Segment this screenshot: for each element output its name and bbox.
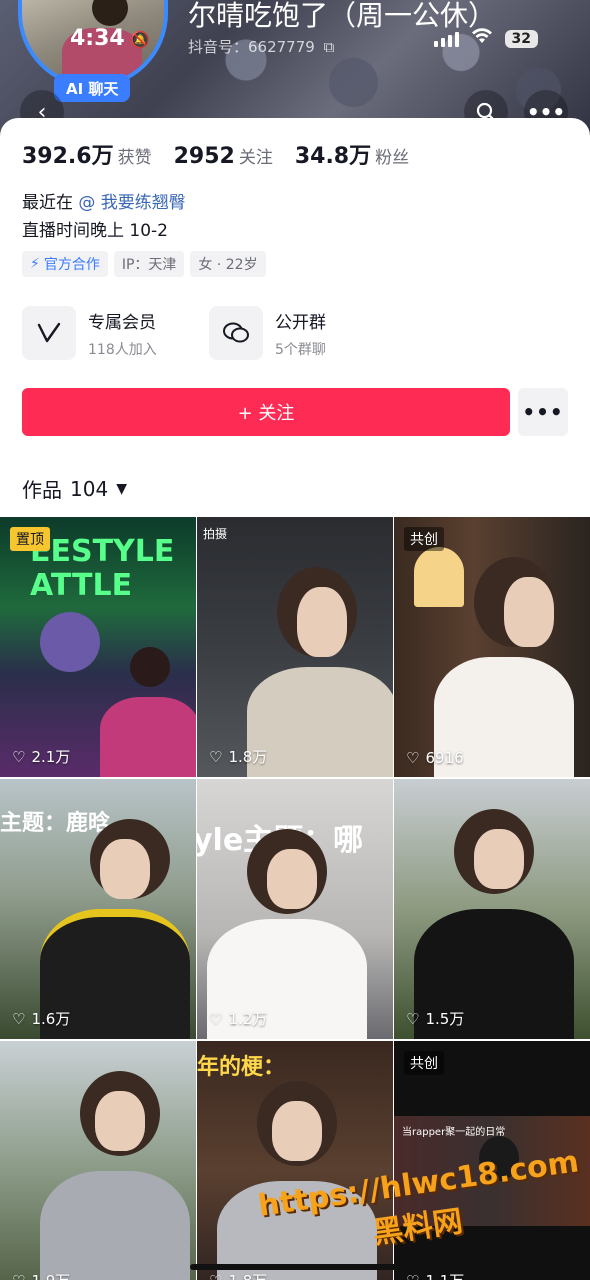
tile-likes: ♡1.9万 [12,1270,70,1280]
tile-likes: ♡1.8万 [209,1270,267,1280]
profile-bio: 直播时间晚上 10-2 [22,221,168,241]
tile-likes: ♡ 1.2万 [209,1009,268,1029]
video-tile[interactable]: 拍摄 ♡ 1.8万 [197,517,393,777]
tile-overlay-text: 年的梗： [197,1055,286,1080]
wifi-icon [471,28,493,49]
heart-icon: ♡ [12,1272,25,1280]
douyin-id[interactable]: 抖音号：6627779 ⧉ [188,36,334,57]
ellipsis-icon: ••• [522,400,564,424]
tile-likes: ♡ 1.6万 [12,1009,71,1029]
corner-badge: 拍摄 [203,527,228,541]
recent-activity: 最近在 @ 我要练翘臀 [22,188,186,213]
video-tile[interactable]: yle主题：哪 ♡1.2万 [197,779,393,1039]
follow-more-button[interactable]: ••• [518,388,568,436]
copy-icon[interactable]: ⧉ [324,38,335,56]
recent-prefix: 最近在 [22,193,73,213]
membership-subtitle: 118人加入 [88,341,157,358]
heart-icon: ♡ [406,1272,419,1280]
tag-gender-age: 女 · 22岁 [190,251,266,277]
ai-chat-button[interactable]: AI 聊天 [54,74,131,102]
membership-title: 专属会员 [88,312,156,333]
tile-overlay-text: 主题：鹿晗 [0,811,111,836]
stat-likes[interactable]: 392.6万 获赞 [22,138,152,170]
video-tile[interactable]: 共创 ♡ 6916 [394,517,590,777]
group-chat-icon [209,306,263,360]
caret-down-icon: ▼ [116,480,127,497]
heart-icon: ♡ [12,747,26,766]
works-tab[interactable]: 作品 104 ▼ [22,474,127,503]
heart-icon: ♡ [209,1009,223,1028]
heart-icon: ♡ [209,747,223,766]
handshake-icon: ⚡ [30,256,40,272]
tile-likes: ♡1.1万 [406,1270,464,1280]
video-tile[interactable]: EESTYLE ATTLE 置顶 ♡ 2.1万 [0,517,196,777]
video-tile[interactable]: ♡1.9万 [0,1041,196,1280]
mute-bell-icon: 🔕 [130,30,150,49]
home-indicator [190,1264,400,1270]
heart-icon: ♡ [12,1009,26,1028]
exclusive-membership[interactable]: 专属会员 118人加入 [22,306,157,360]
douyin-id-text: 抖音号：6627779 [188,38,315,56]
tile-overlay-text: 当rapper聚一起的日常 [402,1127,506,1138]
group-subtitle: 5个群聊 [275,341,326,358]
cellular-signal-icon [433,31,459,47]
collab-badge: 共创 [404,1051,444,1075]
tile-overlay-text: EESTYLE ATTLE [30,534,175,603]
tag-official-cooperation[interactable]: ⚡ 官方合作 [22,251,108,277]
heart-icon: ♡ [406,1009,420,1028]
stat-followers[interactable]: 34.8万 粉丝 [295,138,409,170]
tag-ip-location: IP：天津 [113,251,185,277]
video-tile[interactable]: 主题：鹿晗 ♡ 1.6万 [0,779,196,1039]
follow-button[interactable]: + 关注 [22,388,510,436]
battery-indicator: 32 [504,29,538,48]
pinned-badge: 置顶 [10,527,50,551]
status-bar-right: 32 [433,28,538,49]
video-tile[interactable]: ♡ 1.5万 [394,779,590,1039]
tile-likes: ♡ 1.5万 [406,1009,465,1029]
status-time: 4:34 [70,26,125,51]
collab-badge: 共创 [404,527,444,551]
mention-link[interactable]: @ 我要练翘臀 [78,193,185,213]
tile-likes: ♡1.8万 [209,747,268,767]
group-title: 公开群 [275,312,326,333]
tile-likes: ♡ 2.1万 [12,747,71,767]
heart-icon: ♡ [406,749,420,767]
heart-icon: ♡ [209,1272,222,1280]
works-count: 104 [70,476,109,501]
member-v-icon [22,306,76,360]
stat-following[interactable]: 2952 关注 [174,143,273,169]
works-label: 作品 [22,478,62,502]
profile-tags: ⚡ 官方合作 IP：天津 女 · 22岁 [22,251,266,277]
profile-stats: 392.6万 获赞 2952 关注 34.8万 粉丝 [22,138,409,170]
tile-likes: ♡ 6916 [406,749,464,767]
public-group[interactable]: 公开群 5个群聊 [209,306,326,360]
